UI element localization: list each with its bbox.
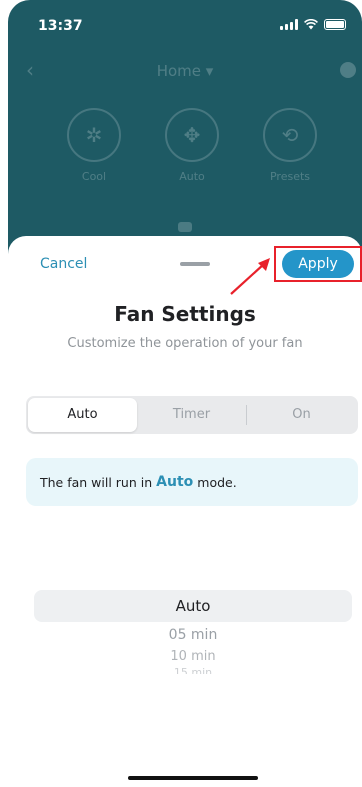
status-bar: 13:37 <box>8 0 362 44</box>
cancel-button[interactable]: Cancel <box>40 256 87 272</box>
annotation-arrow-icon <box>230 258 270 295</box>
background-element <box>178 222 192 232</box>
background-app: 13:37 ‹ Home ▾ ✲ Cool ✥ Auto ⟲ Presets <box>8 0 362 260</box>
status-icons <box>280 19 346 30</box>
mode-info-box: The fan will run in Auto mode. <box>26 458 358 506</box>
battery-icon <box>324 19 346 30</box>
background-mode-label: Cool <box>81 170 107 183</box>
picker-selected-value[interactable]: Auto <box>34 590 352 622</box>
sheet-subtitle: Customize the operation of your fan <box>67 336 303 351</box>
picker-option[interactable]: 10 min <box>34 649 352 664</box>
info-mode: Auto <box>156 474 194 490</box>
presets-icon: ⟲ <box>263 108 317 162</box>
sheet-grabber[interactable] <box>180 262 210 266</box>
fan-mode-segmented-control: Auto Timer On <box>26 396 358 434</box>
background-mode-cool: ✲ Cool <box>64 108 124 183</box>
apply-highlight-box <box>274 246 362 282</box>
background-mode-label: Presets <box>269 170 311 183</box>
info-suffix: mode. <box>197 474 237 490</box>
tab-on[interactable]: On <box>247 398 356 432</box>
wifi-icon <box>304 19 318 30</box>
signal-icon <box>280 19 298 30</box>
gear-icon <box>340 62 356 78</box>
background-nav: ‹ Home ▾ <box>8 56 362 86</box>
home-indicator <box>128 776 258 780</box>
background-mode-presets: ⟲ Presets <box>260 108 320 183</box>
picker-option[interactable]: 05 min <box>34 627 352 643</box>
tab-auto[interactable]: Auto <box>28 398 137 432</box>
fan-icon: ✥ <box>165 108 219 162</box>
fan-settings-sheet: Cancel Apply Fan Settings Customize the … <box>8 236 362 787</box>
status-time: 13:37 <box>38 18 83 34</box>
duration-picker[interactable]: Auto 05 min 10 min 15 min <box>34 590 352 674</box>
info-prefix: The fan will run in <box>40 474 153 490</box>
picker-option[interactable]: 15 min <box>34 666 352 674</box>
sheet-title: Fan Settings <box>114 302 256 326</box>
tab-timer[interactable]: Timer <box>137 398 246 432</box>
background-mode-label: Auto <box>179 170 205 183</box>
background-mode-auto: ✥ Auto <box>162 108 222 183</box>
background-title: Home ▾ <box>156 62 214 80</box>
snowflake-icon: ✲ <box>67 108 121 162</box>
